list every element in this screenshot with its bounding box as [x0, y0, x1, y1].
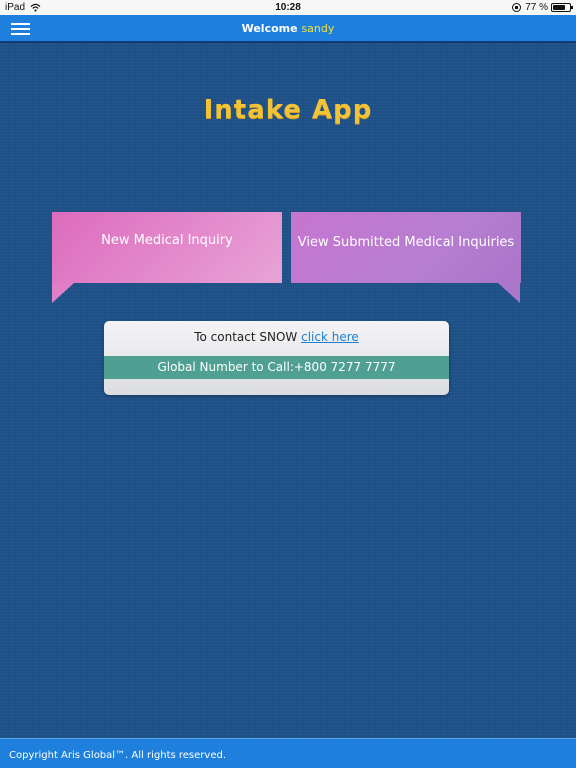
contact-card: To contact SNOW click here Global Number… — [104, 321, 449, 395]
status-time: 10:28 — [275, 2, 301, 13]
new-medical-inquiry-button[interactable]: New Medical Inquiry — [52, 212, 282, 283]
main-content: Intake App New Medical Inquiry View Subm… — [0, 43, 576, 738]
welcome-label: Welcome — [241, 22, 298, 35]
nav-bar: Welcome sandy — [0, 15, 576, 43]
welcome-title: Welcome sandy — [0, 22, 576, 35]
battery-percent: 77 % — [525, 2, 548, 13]
contact-prefix: To contact SNOW — [194, 330, 298, 344]
app-title: Intake App — [203, 95, 373, 125]
username: sandy — [301, 22, 335, 35]
tile-tail-decoration — [498, 283, 520, 303]
status-bar: iPad 10:28 77 % — [0, 0, 576, 15]
view-submitted-inquiries-button[interactable]: View Submitted Medical Inquiries — [291, 212, 521, 283]
battery-fill — [553, 5, 565, 10]
copyright-text: Copyright Aris Global™. All rights reser… — [9, 750, 226, 761]
footer: Copyright Aris Global™. All rights reser… — [0, 738, 576, 768]
new-medical-inquiry-label: New Medical Inquiry — [101, 233, 233, 248]
contact-link[interactable]: click here — [301, 330, 359, 344]
contact-line: To contact SNOW click here — [104, 330, 449, 344]
global-number-banner: Global Number to Call:+800 7277 7777 — [104, 356, 449, 379]
status-right: 77 % — [512, 2, 573, 13]
battery-icon — [551, 3, 573, 12]
rotation-lock-icon — [512, 3, 522, 12]
tile-tail-decoration — [52, 283, 74, 303]
view-submitted-inquiries-label: View Submitted Medical Inquiries — [297, 235, 515, 250]
